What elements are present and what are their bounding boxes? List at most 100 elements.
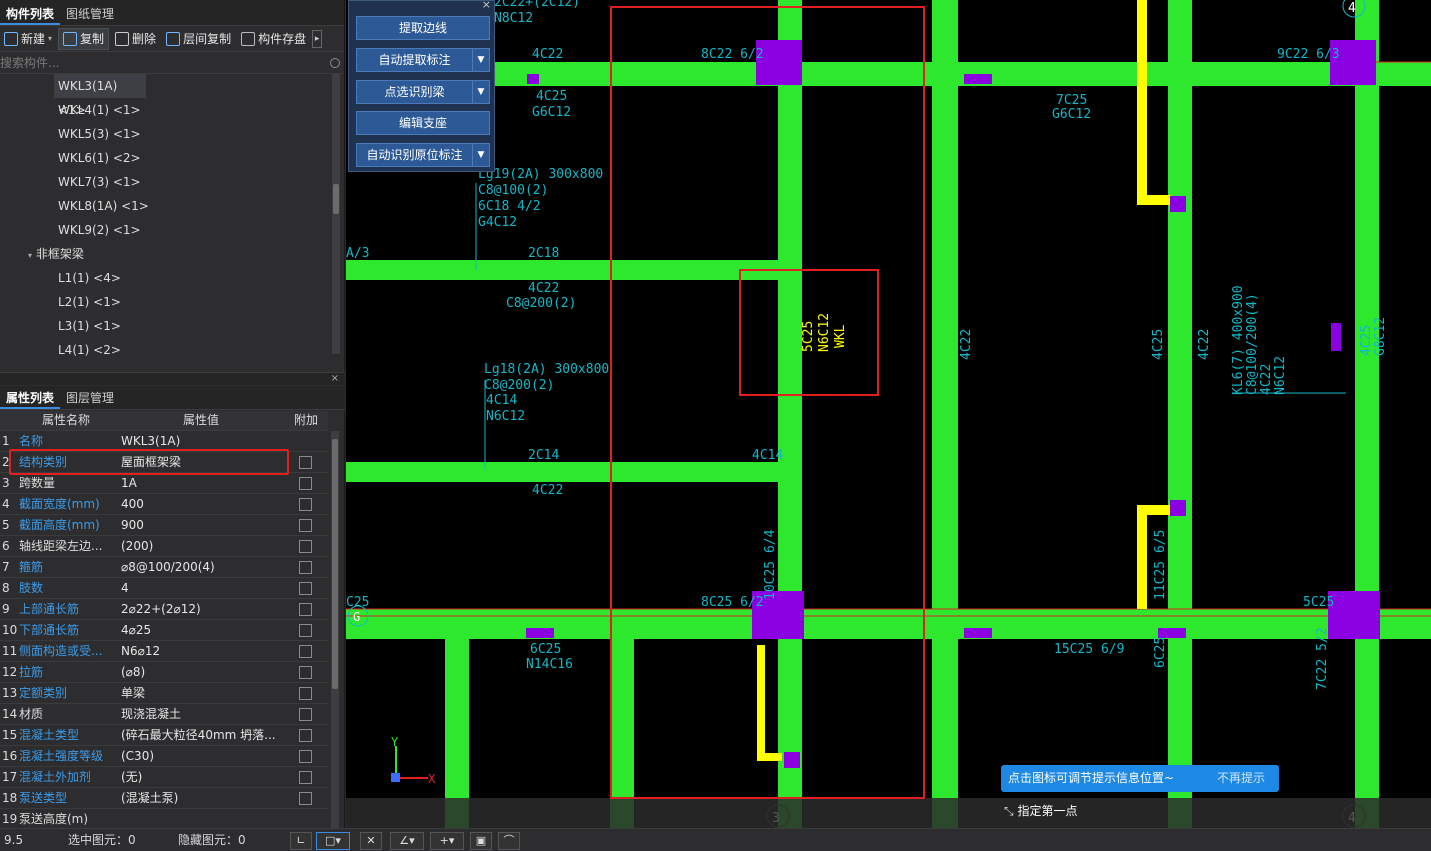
- tree-item[interactable]: L2(1) <1>: [0, 290, 344, 314]
- chevron-down-icon[interactable]: ▼: [472, 144, 489, 166]
- extra-checkbox[interactable]: [299, 750, 312, 763]
- property-row[interactable]: 17 混凝土外加剂 (无): [0, 767, 328, 788]
- extra-checkbox[interactable]: [299, 519, 312, 532]
- tab-component-list[interactable]: 构件列表: [0, 3, 61, 25]
- search-input[interactable]: 搜索构件...: [0, 54, 59, 71]
- tree-item[interactable]: WKL8(1A) <1>: [0, 194, 344, 218]
- tab-layer-management[interactable]: 图层管理: [60, 387, 120, 409]
- extra-checkbox[interactable]: [299, 498, 312, 511]
- property-row[interactable]: 10 下部通长筋 4⌀25: [0, 620, 328, 641]
- property-value[interactable]: ⌀8@100/200(4): [121, 557, 291, 578]
- hint-tooltip[interactable]: 点击图标可调节提示信息位置~ 不再提示: [1001, 765, 1279, 792]
- display-icon[interactable]: ▣: [470, 832, 492, 850]
- auto-identify-in-situ-annotation-button[interactable]: 自动识别原位标注 ▼: [356, 143, 490, 167]
- tree-item[interactable]: WKL4(1) <1>: [0, 98, 344, 122]
- tree-item[interactable]: WKL7(3) <1>: [0, 170, 344, 194]
- extra-checkbox[interactable]: [299, 561, 312, 574]
- snap-icon[interactable]: □▾: [316, 832, 350, 850]
- edit-support-button[interactable]: 编辑支座: [356, 111, 490, 135]
- property-value[interactable]: 900: [121, 515, 291, 536]
- extra-checkbox[interactable]: [299, 687, 312, 700]
- property-value[interactable]: 2⌀22+(2⌀12): [121, 599, 291, 620]
- toolbar-more-icon[interactable]: ▸: [312, 29, 323, 48]
- property-value[interactable]: 1A: [121, 473, 291, 494]
- extra-checkbox[interactable]: [299, 540, 312, 553]
- property-row[interactable]: 6 轴线距梁左边... (200): [0, 536, 328, 557]
- tree-item[interactable]: WKL6(1) <2>: [0, 146, 344, 170]
- tree-item[interactable]: L3(1) <1>: [0, 314, 344, 338]
- tree-item[interactable]: L1(1) <4>: [0, 266, 344, 290]
- property-value[interactable]: (碎石最大粒径40mm 坍落...: [121, 725, 291, 746]
- tree-item-wkl3[interactable]: WKL3(1A) <1>: [54, 74, 146, 117]
- copy-button[interactable]: 复制: [58, 27, 110, 50]
- offset-icon[interactable]: +▾: [430, 832, 464, 850]
- delete-button[interactable]: 删除: [111, 28, 160, 50]
- chevron-down-icon[interactable]: ▼: [472, 81, 489, 103]
- save-component-button[interactable]: 构件存盘: [237, 28, 310, 50]
- tree-group-non-frame-beam[interactable]: ▾ 非框架梁: [0, 242, 344, 266]
- property-value[interactable]: (⌀8): [121, 662, 291, 683]
- extra-checkbox[interactable]: [299, 771, 312, 784]
- extract-edge-button[interactable]: 提取边线: [356, 16, 490, 40]
- ortho-icon[interactable]: ∟: [290, 832, 312, 850]
- dismiss-hint-link[interactable]: 不再提示: [1217, 765, 1265, 792]
- property-row[interactable]: 3 跨数量 1A: [0, 473, 328, 494]
- property-value[interactable]: 单梁: [121, 683, 291, 704]
- extra-checkbox[interactable]: [299, 603, 312, 616]
- property-value[interactable]: 4: [121, 578, 291, 599]
- property-value[interactable]: 现浇混凝土: [121, 704, 291, 725]
- property-row[interactable]: 19 泵送高度(m): [0, 809, 328, 830]
- property-row[interactable]: 11 侧面构造或受... N6⌀12: [0, 641, 328, 662]
- floor-copy-button[interactable]: 层间复制: [162, 28, 235, 50]
- property-row[interactable]: 16 混凝土强度等级 (C30): [0, 746, 328, 767]
- property-value[interactable]: 4⌀25: [121, 620, 291, 641]
- property-row[interactable]: 18 泵送类型 (混凝土泵): [0, 788, 328, 809]
- property-value[interactable]: (混凝土泵): [121, 788, 291, 809]
- tree-scrollbar-thumb[interactable]: [333, 184, 339, 214]
- collapse-icon[interactable]: ▾: [28, 251, 32, 260]
- property-row[interactable]: 13 定额类别 单梁: [0, 683, 328, 704]
- extra-checkbox[interactable]: [299, 666, 312, 679]
- property-value[interactable]: (无): [121, 767, 291, 788]
- tree-scrollbar[interactable]: [332, 74, 340, 354]
- extra-checkbox[interactable]: [299, 624, 312, 637]
- property-value[interactable]: N6⌀12: [121, 641, 291, 662]
- property-row[interactable]: 8 肢数 4: [0, 578, 328, 599]
- extra-checkbox[interactable]: [299, 792, 312, 805]
- property-value[interactable]: (200): [121, 536, 291, 557]
- property-row[interactable]: 5 截面高度(mm) 900: [0, 515, 328, 536]
- extra-checkbox[interactable]: [299, 477, 312, 490]
- close-icon[interactable]: ×: [482, 0, 491, 11]
- search-icon[interactable]: [330, 57, 340, 68]
- cad-drawing[interactable]: 2C22+(2C12)N8C124C22 8C22 6/24C25G6C12Lg1…: [346, 0, 1431, 828]
- drawing-canvas[interactable]: 2C22+(2C12) N8C12 4C22 8C22 6/2 4C25 G6C12 Lg1…: [346, 0, 1431, 828]
- extra-checkbox[interactable]: [299, 456, 312, 469]
- close-icon[interactable]: ×: [331, 373, 339, 384]
- chevron-down-icon[interactable]: ▼: [472, 49, 489, 71]
- property-row[interactable]: 4 截面宽度(mm) 400: [0, 494, 328, 515]
- tree-item[interactable]: WKL9(2) <1>: [0, 218, 344, 242]
- tree-item[interactable]: WKL5(3) <1>: [0, 122, 344, 146]
- auto-extract-annotation-button[interactable]: 自动提取标注 ▼: [356, 48, 490, 72]
- cross-icon[interactable]: ✕: [360, 832, 382, 850]
- property-row[interactable]: 15 混凝土类型 (碎石最大粒径40mm 坍落...: [0, 725, 328, 746]
- property-row[interactable]: 12 拉筋 (⌀8): [0, 662, 328, 683]
- property-scrollbar[interactable]: [331, 431, 339, 828]
- panel-splitter[interactable]: ×: [0, 372, 345, 385]
- new-button[interactable]: 新建 ▾: [0, 28, 56, 50]
- extra-checkbox[interactable]: [299, 729, 312, 742]
- tree-item[interactable]: L4(1) <2>: [0, 338, 344, 362]
- tab-property-list[interactable]: 属性列表: [0, 387, 61, 409]
- property-row[interactable]: 7 箍筋 ⌀8@100/200(4): [0, 557, 328, 578]
- curve-icon[interactable]: ⌒: [498, 832, 520, 850]
- component-search[interactable]: 搜索构件...: [0, 52, 344, 74]
- extra-checkbox[interactable]: [299, 582, 312, 595]
- property-value[interactable]: 400: [121, 494, 291, 515]
- tab-drawing-management[interactable]: 图纸管理: [60, 3, 120, 25]
- extra-checkbox[interactable]: [299, 708, 312, 721]
- extra-checkbox[interactable]: [299, 645, 312, 658]
- property-scrollbar-thumb[interactable]: [332, 439, 338, 689]
- property-value[interactable]: (C30): [121, 746, 291, 767]
- property-row[interactable]: 14 材质 现浇混凝土: [0, 704, 328, 725]
- property-row[interactable]: 9 上部通长筋 2⌀22+(2⌀12): [0, 599, 328, 620]
